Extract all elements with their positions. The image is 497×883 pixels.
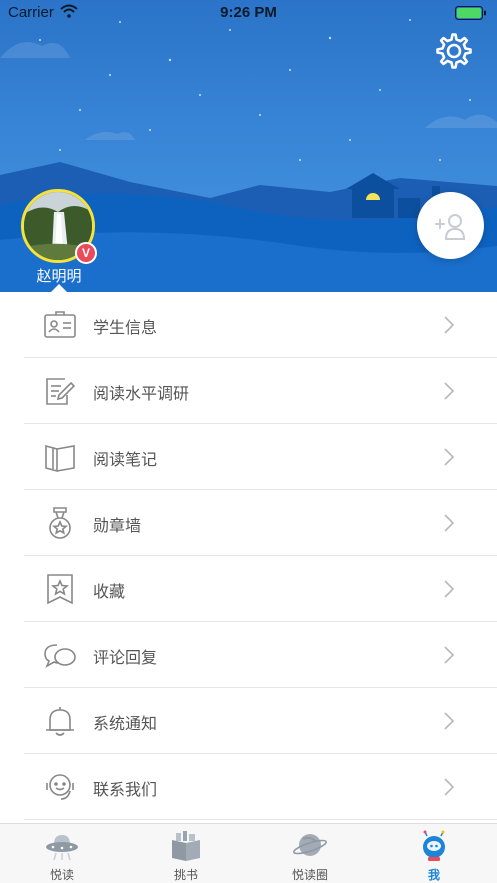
tab-label: 我 [427, 868, 440, 882]
menu-item-comment-replies[interactable]: 评论回复 [24, 622, 497, 688]
tab-yuedu[interactable]: 悦读 [0, 824, 124, 883]
ufo-icon [43, 830, 81, 862]
chevron-right-icon [443, 579, 455, 604]
profile-header: Carrier 9:26 PM V 赵明明 [0, 0, 497, 292]
settings-button[interactable] [434, 31, 474, 71]
chevron-right-icon [443, 447, 455, 472]
chevron-right-icon [443, 381, 455, 406]
profile-menu: 学生信息 阅读水平调研 阅读笔记 勋章墙 收藏 评论回复 系统通知 联系我们 [0, 292, 497, 820]
tab-bar: 悦读 挑书 悦读圈 我 [0, 823, 497, 883]
menu-item-contact-us[interactable]: 联系我们 [24, 754, 497, 820]
chat-bubbles-icon [43, 639, 77, 671]
menu-item-label: 勋章墙 [93, 518, 142, 535]
chevron-right-icon [443, 315, 455, 340]
status-time: 9:26 PM [220, 4, 277, 21]
tab-label: 挑书 [173, 868, 198, 882]
tab-yueduquan[interactable]: 悦读圈 [248, 824, 372, 883]
survey-edit-icon [43, 375, 77, 407]
battery-icon [455, 6, 487, 24]
planet-icon [291, 830, 329, 862]
menu-item-label: 收藏 [93, 584, 126, 601]
tab-label: 悦读 [49, 868, 74, 882]
menu-item-student-info[interactable]: 学生信息 [24, 292, 497, 358]
tab-label: 悦读圈 [291, 868, 328, 882]
avatar[interactable]: V [21, 189, 97, 265]
vip-badge: V [75, 242, 97, 264]
chevron-right-icon [443, 777, 455, 802]
astronaut-icon [415, 830, 453, 862]
customer-service-icon [43, 771, 77, 803]
status-bar: Carrier 9:26 PM [0, 0, 497, 26]
books-icon [167, 830, 205, 862]
menu-item-label: 评论回复 [93, 650, 158, 667]
menu-item-system-notice[interactable]: 系统通知 [24, 688, 497, 754]
bookmark-star-icon [43, 573, 77, 605]
user-name: 赵明明 [36, 268, 82, 285]
menu-item-medal-wall[interactable]: 勋章墙 [24, 490, 497, 556]
tab-tiaoshu[interactable]: 挑书 [124, 824, 248, 883]
chevron-right-icon [443, 513, 455, 538]
menu-item-reading-notes[interactable]: 阅读笔记 [24, 424, 497, 490]
open-book-icon [43, 441, 77, 473]
bell-icon [43, 705, 77, 737]
chevron-right-icon [443, 711, 455, 736]
student-id-card-icon [43, 309, 77, 341]
menu-item-label: 联系我们 [93, 782, 158, 799]
menu-item-label: 学生信息 [93, 320, 158, 337]
chevron-right-icon [443, 645, 455, 670]
add-friend-button[interactable] [417, 192, 484, 259]
add-user-icon [435, 214, 466, 240]
menu-item-label: 阅读水平调研 [93, 386, 190, 403]
tab-me[interactable]: 我 [372, 824, 496, 883]
selection-pointer [51, 284, 67, 292]
menu-item-favorites[interactable]: 收藏 [24, 556, 497, 622]
gear-icon [436, 33, 472, 69]
menu-item-reading-survey[interactable]: 阅读水平调研 [24, 358, 497, 424]
menu-item-label: 阅读笔记 [93, 452, 158, 469]
medal-icon [43, 507, 77, 539]
menu-item-label: 系统通知 [93, 716, 158, 733]
